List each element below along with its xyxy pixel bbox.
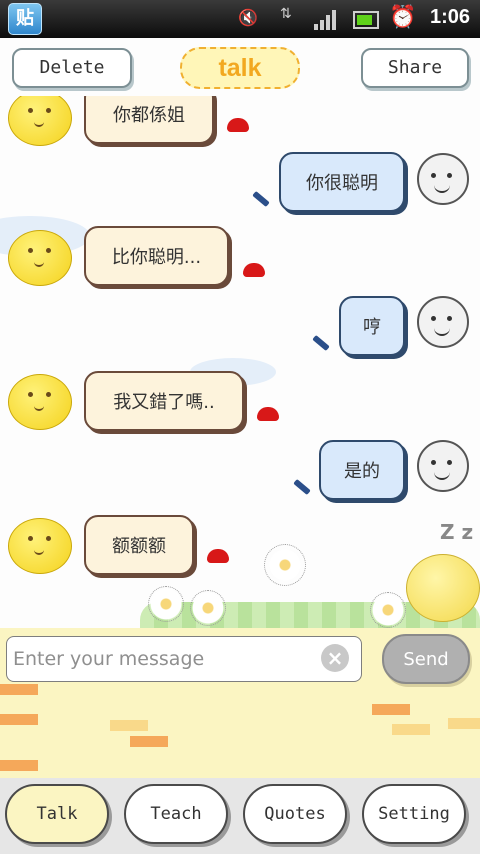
- signal-icon: [314, 10, 338, 30]
- tab-teach[interactable]: Teach: [124, 784, 228, 844]
- clear-input-icon[interactable]: ×: [321, 644, 349, 672]
- chick-avatar: [8, 230, 72, 286]
- mute-icon: 🔇: [238, 8, 258, 27]
- message-bubble-left[interactable]: 比你聪明...: [84, 226, 229, 286]
- alarm-icon: ⏰: [389, 5, 417, 30]
- pencil-icon[interactable]: [293, 478, 311, 496]
- sleeping-face-icon: [406, 554, 480, 622]
- flower-icon: [264, 544, 306, 586]
- chick-avatar: [8, 374, 72, 430]
- page-title: talk: [180, 47, 300, 89]
- tab-quotes[interactable]: Quotes: [243, 784, 347, 844]
- brick-decoration: [448, 718, 480, 729]
- pencil-icon[interactable]: [312, 334, 330, 352]
- message-bubble-left[interactable]: 你都係姐: [84, 96, 214, 144]
- chick-avatar: [8, 518, 72, 574]
- user-avatar: [417, 440, 469, 492]
- sleep-text: Z z: [440, 520, 474, 544]
- tab-talk[interactable]: Talk: [5, 784, 109, 844]
- brick-decoration: [0, 684, 38, 695]
- brick-decoration: [110, 720, 148, 731]
- brick-decoration: [372, 704, 410, 715]
- ladybug-icon[interactable]: [257, 407, 279, 421]
- clock: 1:06: [429, 6, 470, 28]
- flower-icon: [190, 590, 226, 626]
- message-bubble-right[interactable]: 哼: [339, 296, 405, 356]
- pencil-icon[interactable]: [252, 190, 270, 208]
- message-bubble-right[interactable]: 你很聪明: [279, 152, 405, 212]
- message-input[interactable]: [6, 636, 362, 682]
- flower-icon: [148, 586, 184, 622]
- message-bubble-left[interactable]: 额额额: [84, 515, 194, 575]
- ladybug-icon[interactable]: [243, 263, 265, 277]
- user-avatar: [417, 296, 469, 348]
- input-area: × Send: [0, 628, 480, 778]
- flower-icon: [370, 592, 406, 628]
- tab-setting[interactable]: Setting: [362, 784, 466, 844]
- battery-icon: [353, 11, 379, 29]
- chick-avatar: [8, 96, 72, 146]
- brick-decoration: [130, 736, 168, 747]
- user-avatar: [417, 153, 469, 205]
- send-button[interactable]: Send: [382, 634, 470, 684]
- top-bar: Delete talk Share: [0, 38, 480, 96]
- brick-decoration: [0, 714, 38, 725]
- ladybug-icon[interactable]: [227, 118, 249, 132]
- tab-bar: Talk Teach Quotes Setting: [0, 778, 480, 854]
- share-button[interactable]: Share: [361, 48, 469, 88]
- data-transfer-icon: ⇅: [280, 6, 292, 22]
- message-bubble-right[interactable]: 是的: [319, 440, 405, 500]
- delete-button[interactable]: Delete: [12, 48, 132, 88]
- ladybug-icon[interactable]: [207, 549, 229, 563]
- brick-decoration: [392, 724, 430, 735]
- chat-area[interactable]: 你都係姐 你很聪明 比你聪明... 哼 我又錯了嗎.. 是的 额额额 Z z: [0, 96, 480, 628]
- message-bubble-left[interactable]: 我又錯了嗎..: [84, 371, 244, 431]
- status-bar: 贴 🔇 ⇅ ⏰ 1:06: [0, 0, 480, 38]
- brick-decoration: [0, 760, 38, 771]
- app-notification-icon: 贴: [8, 3, 42, 35]
